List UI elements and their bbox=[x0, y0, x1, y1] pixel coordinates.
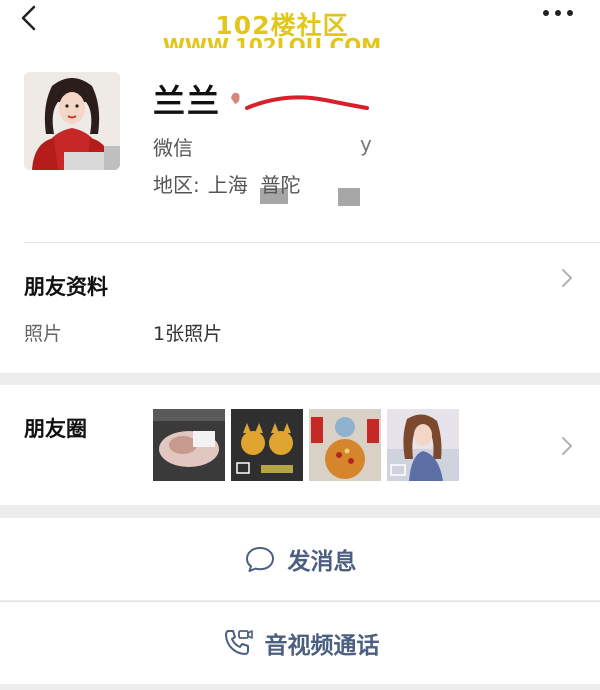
chevron-left-icon[interactable] bbox=[18, 4, 42, 32]
name-row: 兰兰 bbox=[153, 76, 221, 120]
moments-title: 朋友圈 bbox=[24, 417, 87, 441]
divider bbox=[24, 242, 600, 243]
photo-label: 照片 bbox=[24, 323, 63, 345]
chevron-right-icon[interactable] bbox=[560, 435, 574, 457]
voice-video-call-label: 音视频通话 bbox=[264, 633, 380, 659]
nickname: 兰兰 bbox=[153, 82, 222, 120]
more-dots-icon[interactable] bbox=[542, 8, 574, 18]
chat-bubble-icon bbox=[245, 547, 274, 572]
wechat-label: 微信 bbox=[153, 136, 193, 160]
moment-thumbnail-cats[interactable] bbox=[231, 409, 303, 481]
chevron-right-icon[interactable] bbox=[560, 267, 574, 289]
wechat-id-suffix: y bbox=[360, 132, 372, 156]
region-row: 地区: 上海 普陀 bbox=[153, 169, 300, 198]
avatar-illustration bbox=[24, 72, 120, 170]
moment-thumbnail-food[interactable] bbox=[153, 409, 225, 481]
profile-card: 兰兰 微信 y 地区: 上海 普陀 bbox=[0, 48, 600, 243]
wechat-id-row: 微信 bbox=[153, 132, 193, 161]
phone-video-icon bbox=[224, 630, 253, 655]
friend-info-title: 朋友资料 bbox=[24, 275, 108, 299]
avatar[interactable] bbox=[24, 72, 120, 170]
moment-thumbnail-pizza[interactable] bbox=[309, 409, 381, 481]
voice-video-call-button[interactable]: 音视频通话 bbox=[0, 602, 600, 684]
photo-count[interactable]: 1张照片 bbox=[153, 319, 222, 346]
send-message-button[interactable]: 发消息 bbox=[0, 518, 600, 600]
friend-info-section[interactable]: 朋友资料 照片 1张照片 bbox=[0, 243, 600, 373]
moments-section[interactable]: 朋友圈 bbox=[0, 385, 600, 505]
redaction-scribble bbox=[231, 92, 369, 110]
top-bar bbox=[0, 0, 600, 48]
send-message-label: 发消息 bbox=[287, 549, 357, 575]
region-value: 上海 普陀 bbox=[207, 173, 301, 197]
wechat-id-blur-2 bbox=[338, 188, 360, 206]
region-label: 地区: bbox=[153, 173, 200, 197]
moment-thumbnail-girl[interactable] bbox=[387, 409, 459, 481]
